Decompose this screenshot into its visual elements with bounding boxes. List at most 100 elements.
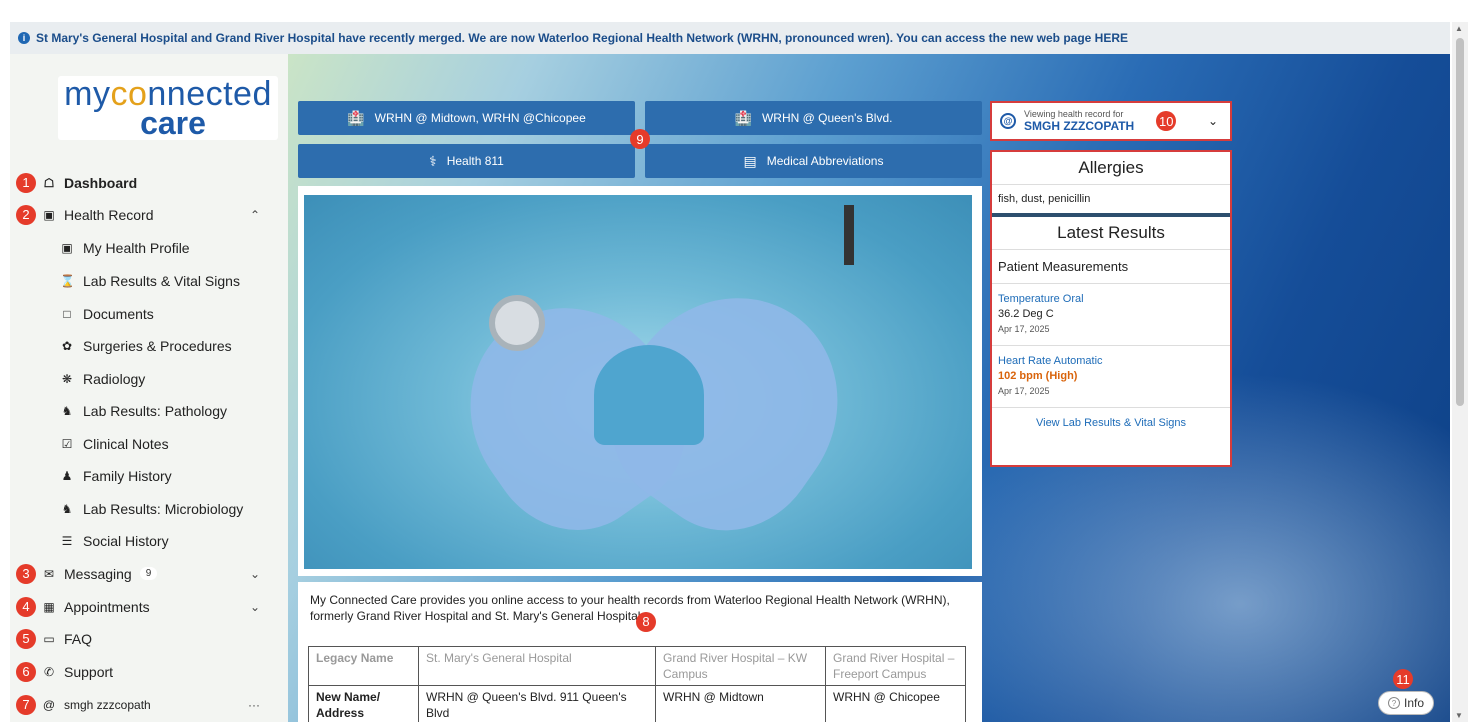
view-lab-results-link[interactable]: View Lab Results & Vital Signs (992, 408, 1230, 438)
callout-marker: 10 (1156, 111, 1177, 131)
hospital-icon: 🏥 (734, 109, 752, 126)
sidebar-item-lab-results-vitals[interactable]: ⌛ Lab Results & Vital Signs (0, 264, 278, 297)
callout-marker: 2 (16, 204, 36, 225)
sidebar-item-support[interactable]: 6 ✆ Support (0, 655, 278, 688)
sidebar-item-label: Documents (83, 305, 154, 322)
sidebar-item-radiology[interactable]: ❋ Radiology (0, 362, 278, 395)
medical-abbreviations-button[interactable]: ▤ Medical Abbreviations (645, 144, 982, 178)
sidebar-item-social-history[interactable]: ☰ Social History (0, 524, 278, 557)
health-record-icon: ▣ (43, 207, 55, 222)
sidebar-item-label: Dashboard (64, 174, 138, 191)
latest-results-heading: Latest Results (1057, 223, 1165, 242)
envelope-icon: ✉ (43, 566, 55, 581)
callout-marker: 8 (636, 612, 656, 632)
result-value: 36.2 Deg C (998, 308, 1054, 320)
sidebar-item-appointments[interactable]: 4 ▦ Appointments ⌄ (0, 590, 278, 623)
wrhn-midtown-chicopee-button[interactable]: 🏥 WRHN @ Midtown, WRHN @Chicopee (298, 101, 635, 135)
table-row: New Name/ Address WRHN @ Queen's Blvd. 9… (308, 685, 966, 722)
sidebar-item-label: Social History (83, 532, 169, 549)
sidebar-item-label: Lab Results & Vital Signs (83, 272, 240, 289)
allergies-list: fish, dust, penicillin (998, 193, 1091, 205)
scroll-up-icon[interactable]: ▲ (1455, 24, 1463, 33)
sidebar-item-label: Family History (83, 467, 172, 484)
sidebar-item-label: Support (64, 663, 114, 680)
radiology-icon: ❋ (61, 371, 73, 386)
sidebar-item-messaging[interactable]: 3 ✉ Messaging 9 ⌄ (0, 557, 278, 590)
sidebar-item-label: Surgeries & Procedures (83, 337, 232, 354)
legacy-name-table: Legacy Name St. Mary's General Hospital … (308, 646, 966, 722)
sidebar-item-label: Health Record (64, 206, 154, 223)
result-date: Apr 17, 2025 (998, 386, 1050, 396)
table-row: Legacy Name St. Mary's General Hospital … (308, 646, 966, 686)
allergies-heading: Allergies (1078, 158, 1144, 177)
sidebar-item-surgeries[interactable]: ✿ Surgeries & Procedures (0, 329, 278, 362)
home-icon: ☖ (43, 175, 55, 190)
sidebar-item-my-health-profile[interactable]: ▣ My Health Profile (0, 231, 278, 264)
scrollbar-thumb[interactable] (1456, 38, 1464, 406)
result-name[interactable]: Temperature Oral (998, 292, 1224, 307)
myconnectedcare-logo[interactable]: myconnected care (58, 76, 278, 140)
health-811-icon: ⚕ (429, 152, 437, 169)
more-options-icon[interactable]: ··· (248, 698, 260, 712)
hospital-icon: 🏥 (347, 109, 365, 126)
info-icon: i (18, 32, 30, 44)
result-item: Temperature Oral 36.2 Deg C Apr 17, 2025 (992, 284, 1230, 345)
microscope-icon: ♞ (61, 403, 73, 418)
sidebar-item-microbiology[interactable]: ♞ Lab Results: Microbiology (0, 492, 278, 525)
summary-panel: Allergies fish, dust, penicillin Latest … (990, 150, 1232, 467)
bandage-icon: ✿ (61, 338, 73, 353)
chevron-up-icon[interactable]: ⌃ (250, 208, 260, 222)
clipboard-icon: ☑ (61, 436, 73, 451)
sidebar-item-faq[interactable]: 5 ▭ FAQ (0, 622, 278, 655)
callout-marker: 9 (630, 129, 650, 149)
health-811-button[interactable]: ⚕ Health 811 (298, 144, 635, 178)
help-icon: ? (1387, 697, 1400, 709)
sidebar-item-documents[interactable]: □ Documents (0, 297, 278, 330)
legacy-info-panel: My Connected Care provides you online ac… (298, 582, 982, 722)
family-icon: ♟ (61, 468, 73, 483)
chevron-down-icon[interactable]: ⌄ (1208, 114, 1218, 128)
document-icon: □ (63, 306, 71, 321)
at-icon: @ (1000, 113, 1016, 129)
sidebar-item-label: FAQ (64, 630, 93, 647)
sidebar-item-label: Lab Results: Microbiology (83, 500, 244, 517)
at-icon: @ (42, 697, 56, 712)
wrhn-queens-blvd-button[interactable]: 🏥 WRHN @ Queen's Blvd. (645, 101, 982, 135)
hourglass-icon: ⌛ (60, 273, 75, 288)
sidebar-item-label: My Health Profile (83, 239, 190, 256)
chevron-down-icon[interactable]: ⌄ (250, 600, 260, 614)
sidebar-item-clinical-notes[interactable]: ☑ Clinical Notes (0, 427, 278, 460)
patient-name: SMGH ZZZCOPATH (1024, 119, 1135, 133)
result-date: Apr 17, 2025 (998, 324, 1050, 334)
chevron-down-icon[interactable]: ⌄ (250, 567, 260, 581)
callout-marker: 4 (16, 596, 36, 617)
info-button[interactable]: ? Info (1378, 691, 1434, 715)
callout-marker: 1 (16, 172, 36, 193)
sidebar-item-label: Radiology (83, 370, 146, 387)
merger-banner: i St Mary's General Hospital and Grand R… (10, 22, 1450, 54)
heart-hands-image (304, 195, 972, 569)
callout-marker: 3 (16, 563, 36, 584)
sidebar-item-pathology[interactable]: ♞ Lab Results: Pathology (0, 394, 278, 427)
result-value-high: 102 bpm (High) (998, 370, 1078, 382)
callout-marker: 6 (16, 661, 36, 682)
monitor-icon: ▭ (43, 631, 55, 646)
scroll-down-icon[interactable]: ▼ (1455, 711, 1463, 720)
sidebar-item-family-history[interactable]: ♟ Family History (0, 459, 278, 492)
callout-marker: 7 (16, 694, 36, 715)
sidebar-item-dashboard[interactable]: 1 ☖ Dashboard (0, 166, 278, 199)
sidebar-item-label: Clinical Notes (83, 435, 169, 452)
sidebar-item-user-account[interactable]: 7 @ smgh zzzcopath ··· (0, 688, 278, 721)
patient-measurements-heading: Patient Measurements (998, 259, 1129, 274)
social-icon: ☰ (61, 533, 73, 548)
page-scrollbar[interactable]: ▲ ▼ (1452, 22, 1468, 722)
calendar-icon: ▦ (43, 599, 55, 614)
unread-count-badge: 9 (139, 567, 158, 580)
result-item: Heart Rate Automatic 102 bpm (High) Apr … (992, 346, 1230, 407)
viewing-record-selector[interactable]: @ Viewing health record for SMGH ZZZCOPA… (990, 101, 1232, 141)
sidebar-item-health-record[interactable]: 2 ▣ Health Record ⌃ (0, 198, 278, 231)
abbreviations-icon: ▤ (743, 152, 757, 169)
microscope-icon: ♞ (61, 501, 73, 516)
result-name[interactable]: Heart Rate Automatic (998, 354, 1224, 369)
banner-text[interactable]: St Mary's General Hospital and Grand Riv… (36, 31, 1128, 45)
